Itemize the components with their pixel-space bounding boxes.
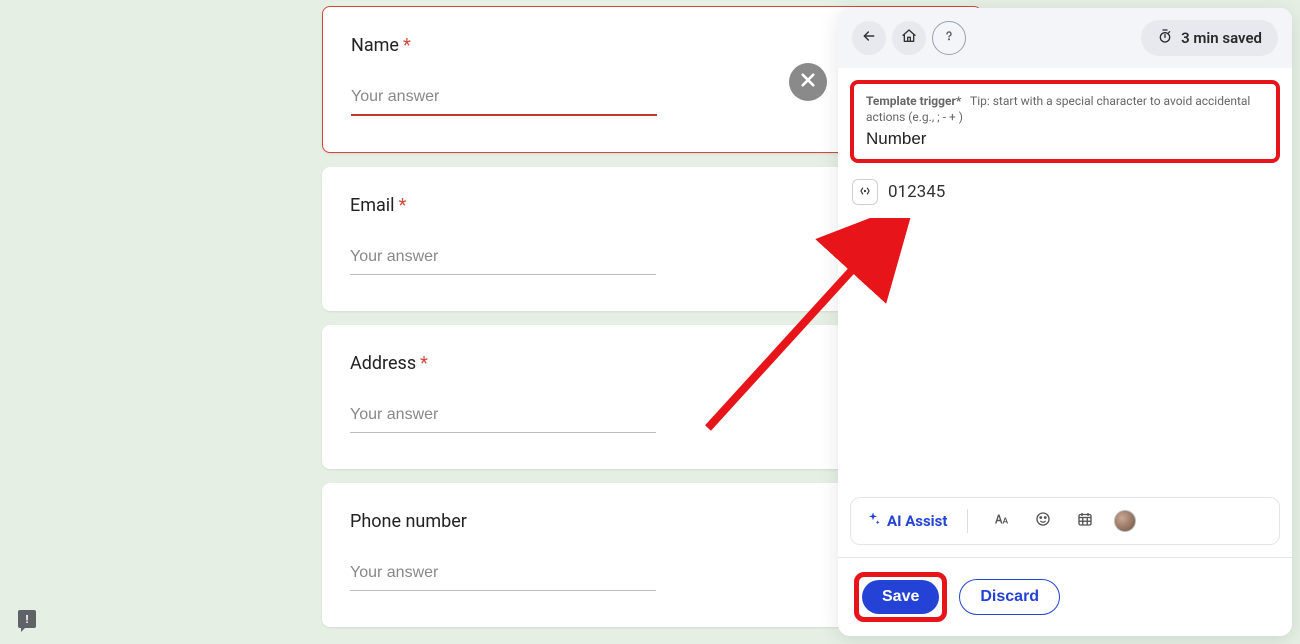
arrow-left-icon	[861, 28, 877, 48]
snippet-panel: 3 min saved Template trigger* Tip: start…	[838, 8, 1292, 636]
answer-input-name[interactable]	[351, 82, 657, 116]
calendar-button[interactable]	[1072, 508, 1098, 534]
answer-input-phone[interactable]	[350, 558, 656, 591]
content-row: 012345	[850, 179, 1280, 205]
panel-body: Template trigger* Tip: start with a spec…	[838, 68, 1292, 557]
time-saved-text: 3 min saved	[1181, 29, 1262, 47]
toolbar-divider	[967, 509, 968, 533]
text-format-button[interactable]	[988, 508, 1014, 534]
time-saved-pill: 3 min saved	[1141, 20, 1278, 56]
required-asterisk: *	[399, 195, 407, 216]
answer-input-address[interactable]	[350, 400, 656, 433]
question-text: Address	[350, 353, 416, 374]
panel-footer: Save Discard	[838, 557, 1292, 636]
trigger-help-text: Template trigger* Tip: start with a spec…	[866, 94, 1264, 125]
answer-input-email[interactable]	[350, 242, 656, 275]
home-icon	[901, 28, 917, 48]
close-panel-button[interactable]	[789, 63, 827, 101]
avatar[interactable]	[1114, 510, 1136, 532]
save-button-highlight: Save	[854, 572, 947, 622]
stopwatch-icon	[1157, 28, 1173, 48]
ai-assist-label: AI Assist	[887, 512, 947, 530]
question-text: Phone number	[350, 511, 467, 532]
placeholder-chip[interactable]	[852, 179, 878, 205]
trigger-box-highlight: Template trigger* Tip: start with a spec…	[850, 80, 1280, 163]
question-text: Name	[351, 35, 399, 56]
close-icon	[799, 71, 817, 93]
required-asterisk: *	[420, 353, 428, 374]
back-button[interactable]	[852, 21, 886, 55]
feedback-button[interactable]	[18, 610, 36, 628]
emoji-button[interactable]	[1030, 508, 1056, 534]
help-icon	[941, 28, 957, 48]
home-button[interactable]	[892, 21, 926, 55]
emoji-icon	[1034, 510, 1052, 532]
template-content-text: 012345	[888, 182, 945, 202]
text-format-icon	[992, 510, 1010, 532]
save-button[interactable]: Save	[862, 580, 939, 614]
expand-icon	[858, 184, 872, 201]
ai-assist-button[interactable]: AI Assist	[865, 511, 947, 531]
sparkle-icon	[865, 511, 881, 531]
question-text: Email	[350, 195, 395, 216]
help-button[interactable]	[932, 21, 966, 55]
calendar-icon	[1076, 510, 1094, 532]
trigger-label: Template trigger*	[866, 94, 961, 108]
trigger-input[interactable]	[866, 129, 1264, 149]
panel-header: 3 min saved	[838, 8, 1292, 68]
editor-toolbar: AI Assist	[850, 497, 1280, 545]
discard-button[interactable]: Discard	[959, 579, 1060, 615]
required-asterisk: *	[403, 35, 411, 56]
